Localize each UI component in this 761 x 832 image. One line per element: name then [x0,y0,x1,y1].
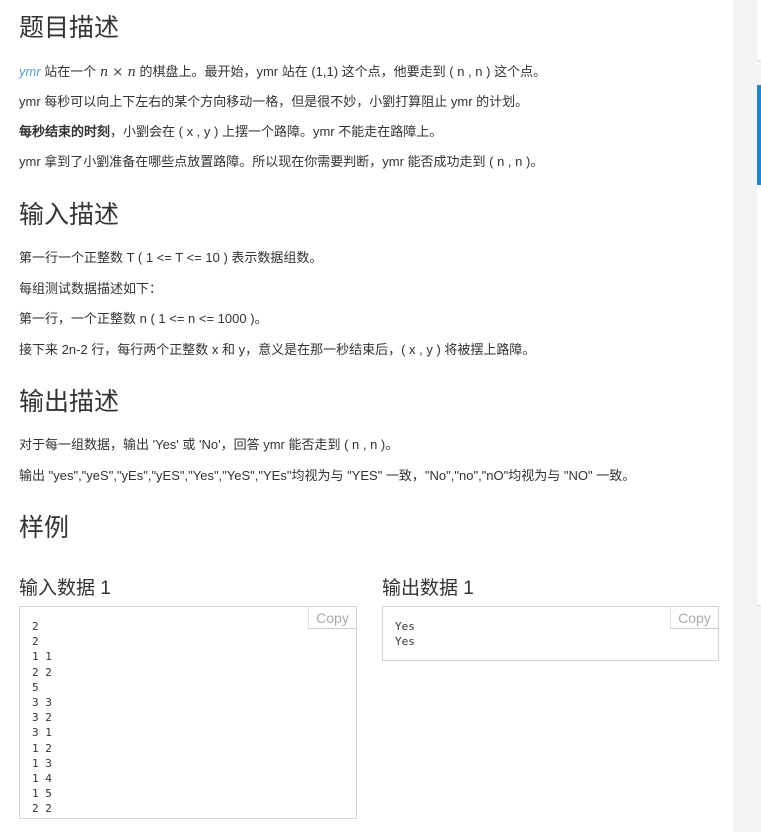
input-paragraph-2: 每组测试数据描述如下： [19,281,163,296]
desc-p3-rest: ，小劉会在 ( x , y ) 上摆一个路障。ymr 不能走在路障上。 [110,124,443,139]
input-paragraph-3: 第一行，一个正整数 n ( 1 <= n <= 1000 )。 [19,311,268,326]
math-times: × [108,65,128,80]
side-panel-top [757,0,761,61]
ymr-link[interactable]: ymr [19,64,41,79]
side-panel-body [757,185,761,606]
sample-input-box: Copy 2 2 1 1 2 2 5 3 3 3 2 3 1 1 2 1 3 1… [19,606,357,819]
sample-heading: 样例 [19,514,70,542]
output-paragraph-1: 对于每一组数据，输出 'Yes' 或 'No'，回答 ymr 能否走到 ( n … [19,437,399,452]
copy-input-button[interactable]: Copy [308,607,356,629]
bold-phrase: 每秒结束的时刻 [19,124,111,139]
output-paragraph-2: 输出 "yes","yeS","yEs","yES","Yes","YeS","… [19,468,636,483]
description-paragraph-2: ymr 每秒可以向上下左右的某个方向移动一格，但是很不妙，小劉打算阻止 ymr … [19,94,529,109]
description-heading: 题目描述 [19,14,120,42]
sample-output-title: 输出数据 1 [382,578,474,599]
description-paragraph-4: ymr 拿到了小劉准备在哪些点放置路障。所以现在你需要判断，ymr 能否成功走到… [19,154,544,169]
math-n-2: n [127,65,136,80]
board-size-math: n × n [100,65,136,80]
desc-p1-text-1: 站在一个 [40,64,100,79]
output-heading: 输出描述 [19,388,120,416]
sample-input-title: 输入数据 1 [19,578,111,599]
description-paragraph-1: ymr 站在一个 n × n 的棋盘上。最开始，ymr 站在 (1,1) 这个点… [19,62,546,83]
side-active-indicator [757,85,761,185]
sample-output-box: Copy Yes Yes [382,606,719,661]
input-heading: 输入描述 [19,201,120,229]
copy-output-button[interactable]: Copy [670,607,718,629]
desc-p1-text-2: 的棋盘上。最开始，ymr 站在 (1,1) 这个点，他要走到 ( n , n )… [135,64,547,79]
problem-panel: 题目描述 ymr 站在一个 n × n 的棋盘上。最开始，ymr 站在 (1,1… [0,0,733,832]
sample-input-data: 2 2 1 1 2 2 5 3 3 3 2 3 1 1 2 1 3 1 4 1 … [32,620,52,816]
input-paragraph-1: 第一行一个正整数 T ( 1 <= T <= 10 ) 表示数据组数。 [19,250,323,265]
input-paragraph-4: 接下来 2n-2 行，每行两个正整数 x 和 y，意义是在那一秒结束后，( x … [19,342,536,357]
sample-output-data: Yes Yes [395,620,415,649]
description-paragraph-3: 每秒结束的时刻，小劉会在 ( x , y ) 上摆一个路障。ymr 不能走在路障… [19,122,442,142]
